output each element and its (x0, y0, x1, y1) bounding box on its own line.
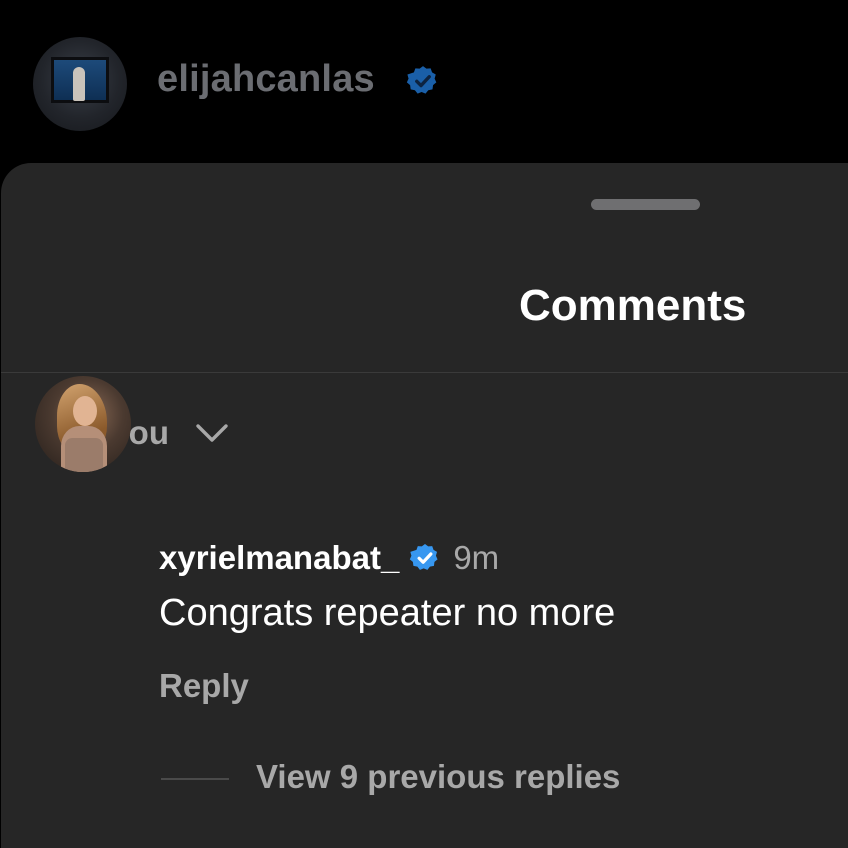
reply-button[interactable]: Reply (159, 667, 249, 705)
post-author-username[interactable]: elijahcanlas (157, 58, 375, 101)
sheet-drag-handle[interactable] (591, 199, 700, 210)
chevron-down-icon (196, 424, 228, 442)
header-divider (1, 372, 848, 373)
comment-timestamp: 9m (453, 539, 500, 576)
comment-text: Congrats repeater no more (159, 592, 616, 634)
avatar-figure-graphic (73, 67, 85, 101)
avatar-garment-graphic (65, 438, 103, 472)
avatar-face-graphic (73, 396, 97, 426)
post-header: elijahcanlas (0, 0, 848, 163)
post-author-avatar[interactable] (33, 37, 127, 131)
sheet-title: Comments (519, 281, 747, 330)
commenter-avatar[interactable] (35, 376, 131, 472)
verified-badge-icon (410, 544, 438, 570)
comments-sheet: Comments For you (1, 163, 848, 848)
view-previous-replies-button[interactable]: View 9 previous replies (256, 758, 620, 796)
comment-header: xyrielmanabat_ 9m (159, 536, 499, 580)
commenter-username[interactable]: xyrielmanabat_ (159, 539, 399, 577)
verified-badge-icon (406, 66, 437, 94)
replies-connector-line (161, 778, 229, 780)
